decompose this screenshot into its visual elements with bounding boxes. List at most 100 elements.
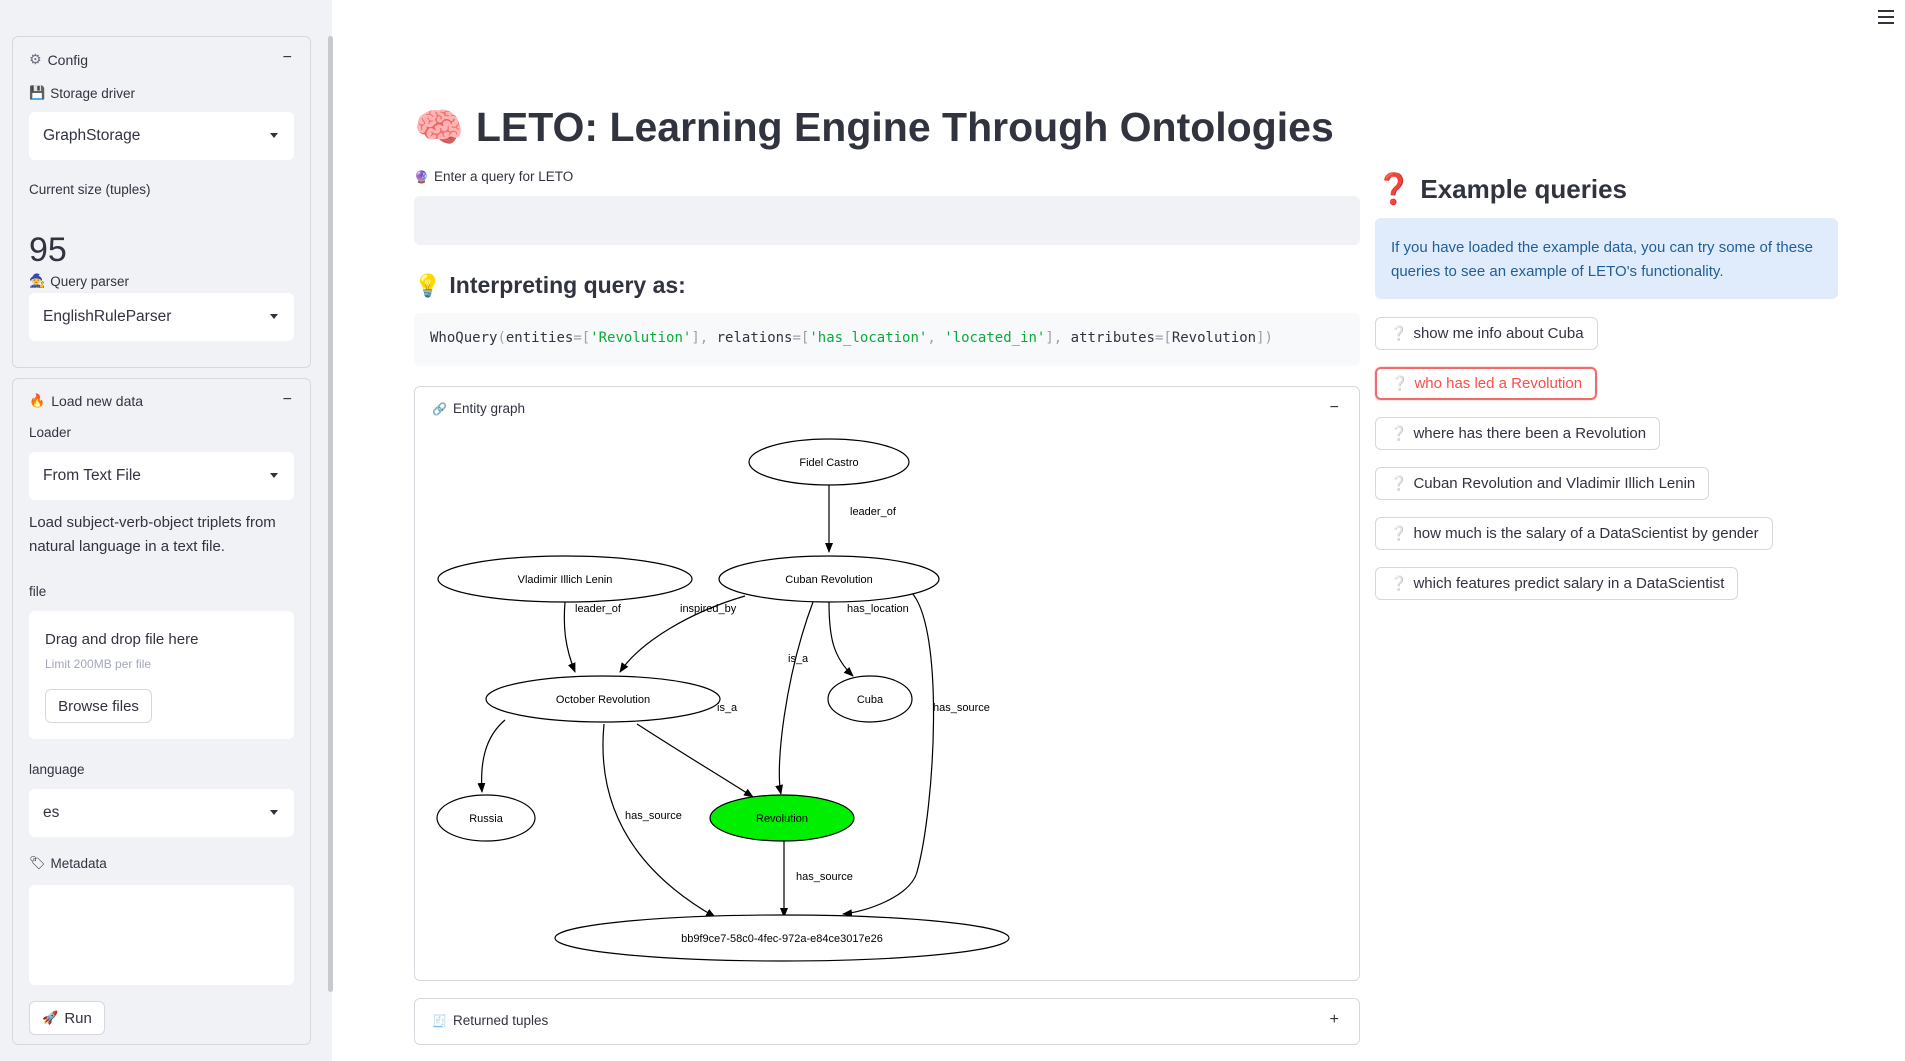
example-query-label: Cuban Revolution and Vladimir Illich Len… bbox=[1413, 475, 1696, 492]
node-russia[interactable]: Russia bbox=[436, 794, 536, 842]
example-query-button[interactable]: ❔ Cuban Revolution and Vladimir Illich L… bbox=[1375, 467, 1710, 500]
floppy-disk-icon: 💾 bbox=[29, 85, 46, 100]
query-input[interactable] bbox=[414, 196, 1360, 245]
sidebar-scrollbar[interactable] bbox=[328, 36, 333, 992]
code-token: =[ bbox=[1154, 330, 1172, 346]
config-expander: ⚙ Config − 💾 Storage driver GraphStorage… bbox=[12, 36, 311, 368]
storage-driver-select[interactable]: GraphStorage bbox=[29, 112, 294, 160]
browse-files-button[interactable]: Browse files bbox=[45, 689, 152, 723]
example-query-button[interactable]: ❔ which features predict salary in a Dat… bbox=[1375, 567, 1739, 600]
edge-label: has_source bbox=[796, 871, 853, 883]
example-query-label: where has there been a Revolution bbox=[1413, 425, 1647, 442]
node-label: Revolution bbox=[756, 813, 808, 825]
metadata-label: 🏷 Metadata bbox=[29, 855, 107, 871]
example-query-button[interactable]: ❔ how much is the salary of a DataScient… bbox=[1375, 517, 1773, 550]
query-label: 🔮 Enter a query for LETO bbox=[414, 169, 573, 184]
code-token: =[ bbox=[573, 330, 591, 346]
load-data-collapse-icon[interactable]: − bbox=[283, 391, 292, 409]
page-title-text: LETO: Learning Engine Through Ontologies bbox=[475, 104, 1334, 150]
node-label: October Revolution bbox=[556, 694, 650, 706]
edge-label: is_a bbox=[717, 702, 738, 714]
edge-lenin-october bbox=[563, 601, 576, 673]
query-parser-label: 🧙 Query parser bbox=[29, 273, 129, 289]
language-value: es bbox=[43, 804, 60, 821]
returned-tuples-header[interactable]: 🧾 Returned tuples bbox=[432, 1013, 548, 1028]
language-select[interactable]: es bbox=[29, 789, 294, 837]
query-parser-value: EnglishRuleParser bbox=[43, 308, 172, 325]
node-revolution[interactable]: Revolution bbox=[709, 794, 855, 842]
run-button[interactable]: 🚀 Run bbox=[29, 1001, 105, 1035]
dropzone-title: Drag and drop file here bbox=[45, 631, 199, 648]
entity-graph-collapse-icon[interactable]: − bbox=[1330, 399, 1339, 417]
chevron-down-icon bbox=[270, 810, 278, 815]
edge-label: leader_of bbox=[575, 603, 622, 615]
node-cuba[interactable]: Cuba bbox=[827, 675, 913, 723]
chevron-down-icon bbox=[270, 314, 278, 319]
load-data-header-label: Load new data bbox=[51, 393, 144, 409]
current-size-label: Current size (tuples) bbox=[29, 182, 151, 197]
node-october-revolution[interactable]: October Revolution bbox=[485, 675, 721, 723]
code-token: , bbox=[927, 330, 945, 346]
metadata-label-text: Metadata bbox=[50, 855, 107, 871]
page-title: 🧠 LETO: Learning Engine Through Ontologi… bbox=[414, 104, 1334, 151]
dropzone-limit: Limit 200MB per file bbox=[45, 657, 152, 671]
example-query-label: show me info about Cuba bbox=[1413, 325, 1584, 342]
config-expander-header[interactable]: ⚙ Config bbox=[29, 51, 88, 68]
node-cuban-revolution[interactable]: Cuban Revolution bbox=[718, 555, 940, 603]
edge-label: has_source bbox=[933, 702, 990, 714]
example-query-button-active[interactable]: ❔ who has led a Revolution bbox=[1375, 367, 1598, 400]
entity-graph-panel: leader_of leader_of inspired_by has_loca… bbox=[414, 386, 1360, 981]
example-query-button[interactable]: ❔ show me info about Cuba bbox=[1375, 317, 1598, 350]
label-tag-icon: 🏷 bbox=[29, 855, 46, 870]
node-source[interactable]: bb9f9ce7-58c0-4fec-972a-e84ce3017e26 bbox=[554, 914, 1010, 962]
metadata-textarea[interactable] bbox=[29, 885, 294, 985]
ledger-icon: 🧾 bbox=[432, 1013, 447, 1028]
edge-label: has_location bbox=[847, 603, 909, 615]
entity-graph-header[interactable]: 🔗 Entity graph bbox=[432, 401, 525, 416]
query-parser-select[interactable]: EnglishRuleParser bbox=[29, 293, 294, 341]
config-collapse-icon[interactable]: − bbox=[283, 49, 292, 67]
load-data-expander-header[interactable]: 🔥 Load new data bbox=[29, 393, 143, 409]
brain-icon: 🧠 bbox=[414, 106, 464, 150]
entity-graph: leader_of leader_of inspired_by has_loca… bbox=[436, 438, 1010, 962]
lightbulb-icon: 💡 bbox=[414, 272, 442, 298]
storage-driver-label: 💾 Storage driver bbox=[29, 85, 135, 101]
code-token: ], bbox=[1045, 330, 1071, 346]
code-token: ]) bbox=[1256, 330, 1273, 346]
grey-question-icon: ❔ bbox=[1390, 575, 1408, 591]
node-vladimir-lenin[interactable]: Vladimir Illich Lenin bbox=[437, 555, 693, 603]
edge-cuban-revolution bbox=[775, 601, 814, 795]
current-size-label-text: Current size (tuples) bbox=[29, 182, 151, 197]
node-label: Fidel Castro bbox=[799, 457, 858, 469]
node-label: bb9f9ce7-58c0-4fec-972a-e84ce3017e26 bbox=[681, 933, 883, 945]
storage-driver-label-text: Storage driver bbox=[50, 85, 135, 101]
node-label: Cuba bbox=[857, 694, 884, 706]
edge-october-revolution bbox=[636, 723, 754, 798]
main-menu-icon[interactable] bbox=[1878, 10, 1894, 24]
rocket-icon: 🚀 bbox=[42, 1010, 59, 1025]
code-entity-value: 'Revolution' bbox=[590, 330, 692, 346]
code-token: ], bbox=[691, 330, 717, 346]
load-data-expander: 🔥 Load new data − Loader From Text File … bbox=[12, 378, 311, 1045]
example-query-label: which features predict salary in a DataS… bbox=[1413, 575, 1725, 592]
interpreting-heading-text: Interpreting query as: bbox=[449, 272, 686, 298]
code-attributes-key: attributes bbox=[1070, 330, 1155, 346]
loader-value: From Text File bbox=[43, 467, 141, 484]
grey-question-icon: ❔ bbox=[1391, 375, 1409, 391]
example-query-button[interactable]: ❔ where has there been a Revolution bbox=[1375, 417, 1661, 450]
current-size-value: 95 bbox=[29, 231, 67, 269]
loader-select[interactable]: From Text File bbox=[29, 452, 294, 500]
grey-question-icon: ❔ bbox=[1390, 425, 1408, 441]
config-header-label: Config bbox=[47, 51, 89, 68]
code-token: ( bbox=[497, 330, 506, 346]
edge-label: leader_of bbox=[850, 506, 897, 518]
returned-tuples-panel[interactable]: 🧾 Returned tuples + bbox=[414, 998, 1360, 1045]
node-fidel-castro[interactable]: Fidel Castro bbox=[748, 438, 910, 486]
returned-tuples-header-text: Returned tuples bbox=[452, 1013, 549, 1028]
edge-october-russia bbox=[477, 719, 506, 793]
returned-tuples-expand-icon[interactable]: + bbox=[1330, 1011, 1339, 1029]
file-dropzone[interactable]: Drag and drop file here Limit 200MB per … bbox=[29, 611, 294, 739]
edge-label: is_a bbox=[788, 653, 809, 665]
edge-label: inspired_by bbox=[680, 603, 737, 615]
query-parser-label-text: Query parser bbox=[50, 273, 129, 289]
